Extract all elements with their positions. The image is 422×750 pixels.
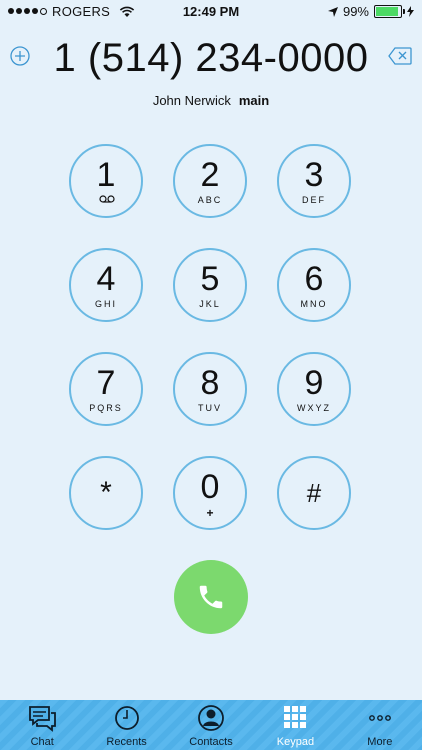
key-letters: PQRS (89, 403, 123, 413)
key-letters: MNO (300, 299, 328, 309)
tab-label: Chat (30, 736, 54, 748)
tab-chat[interactable]: Chat (0, 700, 84, 750)
tab-bar: Chat Recents Contacts Keypad More (0, 700, 422, 750)
status-bar: ROGERS 12:49 PM 99% (0, 0, 422, 22)
key-4[interactable]: 4 GHI (69, 248, 143, 322)
phone-icon (199, 585, 223, 609)
key-digit: 3 (304, 156, 324, 194)
key-2[interactable]: 2 ABC (173, 144, 247, 218)
key-1[interactable]: 1 (69, 144, 143, 218)
key-letters: GHI (94, 299, 117, 309)
tab-recents[interactable]: Recents (84, 700, 168, 750)
tab-more[interactable]: More (338, 700, 422, 750)
status-right: 99% (327, 4, 414, 19)
key-digit: 0 (200, 468, 220, 506)
key-star[interactable]: * (69, 456, 143, 530)
key-digit: * (100, 476, 112, 509)
add-contact-button[interactable] (10, 46, 30, 66)
key-letters: WXYZ (297, 403, 331, 413)
key-digit: 7 (96, 364, 116, 402)
key-digit: 2 (200, 156, 220, 194)
contact-icon (198, 705, 224, 731)
key-7[interactable]: 7 PQRS (69, 352, 143, 426)
battery-icon (374, 5, 405, 18)
voicemail-icon (99, 195, 115, 203)
key-digit: 4 (96, 260, 116, 298)
key-digit: # (306, 478, 322, 508)
key-digit: 9 (304, 364, 324, 402)
key-9[interactable]: 9 WXYZ (277, 352, 351, 426)
tab-label: Keypad (276, 736, 315, 748)
delete-button[interactable] (388, 47, 412, 65)
key-0[interactable]: 0 + (173, 456, 247, 530)
clock-icon (114, 706, 139, 730)
tab-contacts[interactable]: Contacts (169, 700, 253, 750)
key-digit: 5 (200, 260, 220, 298)
key-digit: 6 (304, 260, 324, 298)
key-hash[interactable]: # (277, 456, 351, 530)
contact-number-label: main (238, 93, 270, 108)
key-letters: + (206, 506, 214, 520)
key-5[interactable]: 5 JKL (173, 248, 247, 322)
dialed-number: 1 (514) 234-0000 (53, 36, 369, 80)
keypad-icon (284, 706, 307, 728)
charging-icon (407, 6, 414, 17)
tab-keypad[interactable]: Keypad (253, 700, 337, 750)
key-3[interactable]: 3 DEF (277, 144, 351, 218)
key-letters: TUV (198, 403, 222, 413)
key-8[interactable]: 8 TUV (173, 352, 247, 426)
key-letters: JKL (199, 299, 221, 309)
location-icon (327, 6, 338, 17)
battery-percent: 99% (342, 4, 369, 19)
matched-contact: John Nerwick main (0, 93, 422, 108)
contact-name: John Nerwick (152, 93, 231, 108)
key-6[interactable]: 6 MNO (277, 248, 351, 322)
tab-label: More (367, 736, 393, 748)
key-letters: ABC (197, 195, 223, 205)
key-digit: 1 (96, 156, 116, 194)
more-icon (368, 715, 391, 721)
key-letters: DEF (302, 195, 326, 205)
call-button[interactable] (174, 560, 248, 634)
chat-icon (29, 706, 57, 732)
tab-label: Contacts (189, 736, 233, 748)
key-digit: 8 (200, 364, 220, 402)
tab-label: Recents (106, 736, 147, 748)
